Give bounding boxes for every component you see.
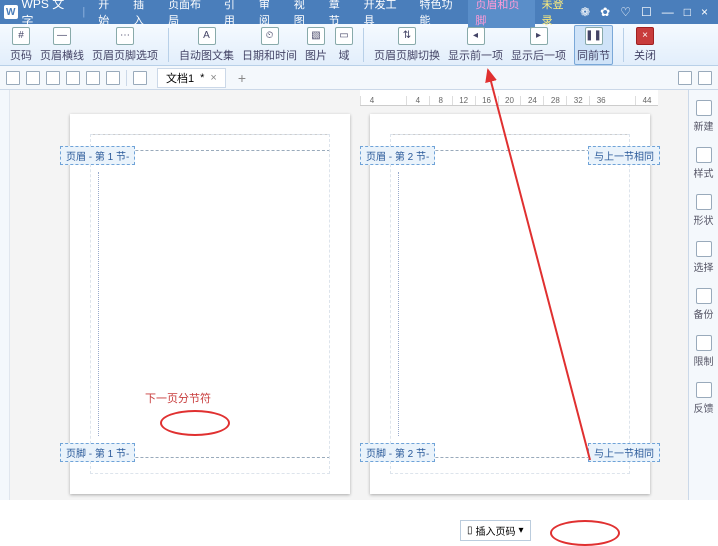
- new-tab-button[interactable]: +: [232, 70, 252, 86]
- tab-header-footer[interactable]: 页眉和页脚: [468, 0, 534, 28]
- insert-page-number-button[interactable]: ▯ 插入页码 ▾: [460, 520, 531, 541]
- side-select[interactable]: 选择: [694, 241, 714, 274]
- side-new[interactable]: 新建: [694, 100, 714, 133]
- hf-options-button[interactable]: ⋯页眉页脚选项: [92, 27, 158, 63]
- undo-icon[interactable]: [86, 71, 100, 85]
- separator: [623, 28, 624, 62]
- doc-name: 文档1: [166, 70, 194, 86]
- footer-same-tag: 与上一节相同: [588, 443, 660, 462]
- close-hf-button[interactable]: ×关闭: [634, 27, 656, 63]
- show-next-button[interactable]: ▸显示后一项: [511, 27, 566, 63]
- autotext-button[interactable]: A自动图文集: [179, 27, 234, 63]
- side-style[interactable]: 样式: [694, 147, 714, 180]
- red-oval-2: [550, 520, 620, 546]
- separator: [126, 70, 127, 86]
- tab-insert[interactable]: 插入: [126, 0, 161, 28]
- app-logo-icon: W: [4, 5, 18, 19]
- tab-view[interactable]: 视图: [287, 0, 322, 28]
- app-name: WPS 文字: [22, 0, 75, 29]
- separator: [363, 28, 364, 62]
- tab-special[interactable]: 特色功能: [412, 0, 468, 28]
- header-same-tag: 与上一节相同: [588, 146, 660, 165]
- tab-dev[interactable]: 开发工具: [357, 0, 413, 28]
- tab-section[interactable]: 章节: [322, 0, 357, 28]
- field-button[interactable]: ▭域: [335, 27, 353, 63]
- doc-modified: *: [200, 72, 204, 84]
- close-icon[interactable]: ×: [701, 5, 708, 19]
- new-icon[interactable]: [6, 71, 20, 85]
- header-line-button[interactable]: —页眉横线: [40, 27, 84, 63]
- header-tag-2: 页眉 - 第 2 节-: [360, 146, 435, 165]
- horizontal-ruler: 4481216202428323644: [360, 90, 658, 106]
- ribbon: #页码 —页眉横线 ⋯页眉页脚选项 A自动图文集 ⏲日期和时间 ▧图片 ▭域 ⇅…: [0, 24, 718, 66]
- window-controls: ❁ ✿ ♡ ☐ — □ ×: [580, 5, 714, 19]
- tab-start[interactable]: 开始: [91, 0, 126, 28]
- preview-icon[interactable]: [66, 71, 80, 85]
- save-icon[interactable]: [26, 71, 40, 85]
- print-icon[interactable]: [46, 71, 60, 85]
- menu-tabs: 开始 插入 页面布局 引用 审阅 视图 章节 开发工具 特色功能 页眉和页脚 未…: [91, 0, 580, 28]
- side-shape[interactable]: 形状: [694, 194, 714, 227]
- separator: |: [82, 6, 85, 18]
- header-tag-1: 页眉 - 第 1 节-: [60, 146, 135, 165]
- notify-icon[interactable]: ❁: [580, 5, 590, 19]
- same-as-prev-button[interactable]: ❚❚同前节: [574, 25, 613, 65]
- picture-button[interactable]: ▧图片: [305, 27, 327, 63]
- skin-icon[interactable]: ✿: [600, 5, 610, 19]
- tab-unlogged[interactable]: 未登录: [535, 0, 580, 28]
- footer-tag-1: 页脚 - 第 1 节-: [60, 443, 135, 462]
- tab-reference[interactable]: 引用: [217, 0, 252, 28]
- page-number-button[interactable]: #页码: [10, 27, 32, 63]
- title-bar: W WPS 文字 | 开始 插入 页面布局 引用 审阅 视图 章节 开发工具 特…: [0, 0, 718, 24]
- list-icon[interactable]: [698, 71, 712, 85]
- page-area: 4481216202428323644 页眉 - 第 1 节- 页脚 - 第 1…: [10, 90, 688, 500]
- hf-switch-button[interactable]: ⇅页眉页脚切换: [374, 27, 440, 63]
- document-tab[interactable]: 文档1 * ×: [157, 68, 226, 88]
- page-icon: ▯: [467, 525, 473, 536]
- close-doc-icon[interactable]: ×: [210, 72, 216, 84]
- redo-icon[interactable]: [106, 71, 120, 85]
- footer-tag-2: 页脚 - 第 2 节-: [360, 443, 435, 462]
- datetime-button[interactable]: ⏲日期和时间: [242, 27, 297, 63]
- quick-toolbar: 文档1 * × +: [0, 66, 718, 90]
- left-gutter: [0, 90, 10, 500]
- minimize-icon[interactable]: —: [662, 5, 674, 19]
- page-1[interactable]: 页眉 - 第 1 节- 页脚 - 第 1 节-: [70, 114, 350, 494]
- tab-layout[interactable]: 页面布局: [161, 0, 217, 28]
- page-2[interactable]: 页眉 - 第 2 节- 与上一节相同 页脚 - 第 2 节- 与上一节相同: [370, 114, 650, 494]
- side-restrict[interactable]: 限制: [694, 335, 714, 368]
- feedback-icon[interactable]: ☐: [641, 5, 652, 19]
- doc-icon[interactable]: [133, 71, 147, 85]
- maximize-icon[interactable]: □: [684, 5, 691, 19]
- heart-icon[interactable]: ♡: [620, 5, 631, 19]
- workspace: 4481216202428323644 页眉 - 第 1 节- 页脚 - 第 1…: [0, 90, 718, 500]
- grid-icon[interactable]: [678, 71, 692, 85]
- side-panel: 新建 样式 形状 选择 备份 限制 反馈: [688, 90, 718, 500]
- tab-review[interactable]: 审阅: [252, 0, 287, 28]
- separator: [168, 28, 169, 62]
- show-prev-button[interactable]: ◂显示前一项: [448, 27, 503, 63]
- side-feedback[interactable]: 反馈: [694, 382, 714, 415]
- side-backup[interactable]: 备份: [694, 288, 714, 321]
